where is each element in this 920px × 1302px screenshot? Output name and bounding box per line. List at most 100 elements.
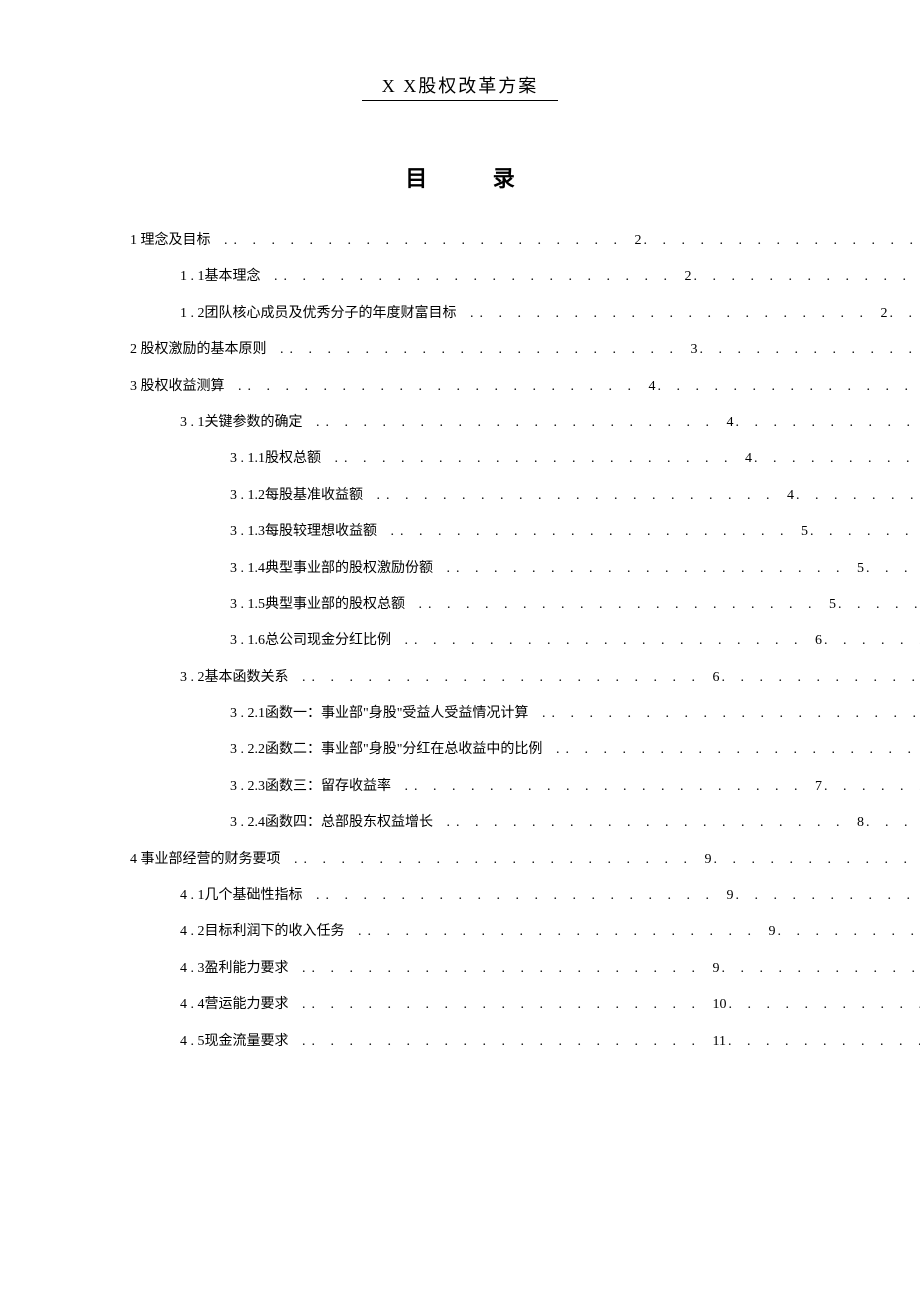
- toc-dots: .. . . . . . . . . . . . . . . . . . . .…: [265, 269, 683, 284]
- toc-entry: 3 . 1.2每股基准收益额 .. . . . . . . . . . . . …: [130, 478, 920, 514]
- toc-dots: .. . . . . . . . . . . . . . . . . . . .…: [285, 852, 703, 867]
- toc-entry-label: 1 . 2团队核心成员及优秀分子的年度财富目标: [180, 306, 461, 321]
- toc-entry-page: 4: [743, 451, 754, 466]
- toc-dots-trail: . . . . . . . . . . . . . . . . . . . . …: [778, 924, 920, 939]
- toc-dots: .. . . . . . . . . . . . . . . . . . . .…: [325, 451, 743, 466]
- toc-dots-trail: . . . . . . . . . . . . . . . . . . . . …: [722, 961, 920, 976]
- toc-dots-trail: . . . . . . . . . . . . . . . . . . . . …: [824, 779, 920, 794]
- toc-dots-trail: . . . . . . . . . . . . . . . . . . . . …: [722, 670, 920, 685]
- toc-entry-page: 3: [689, 342, 700, 357]
- toc-entry-label: 3 . 1.4典型事业部的股权激励份额: [230, 561, 437, 576]
- toc-entry-page: 6: [711, 670, 722, 685]
- toc-dots-trail: . . . . . . . . . . . . . . . . . . . . …: [866, 815, 920, 830]
- toc-entry: 3 . 1.3每股较理想收益额 .. . . . . . . . . . . .…: [130, 514, 920, 550]
- toc-entry-page: 8: [855, 815, 866, 830]
- toc-entry: 4 事业部经营的财务要项 .. . . . . . . . . . . . . …: [130, 842, 920, 878]
- toc-entry-page: 4: [785, 488, 796, 503]
- toc-entry: 1 . 1基本理念 .. . . . . . . . . . . . . . .…: [130, 259, 920, 295]
- toc-entry: 3 . 1.4典型事业部的股权激励份额 .. . . . . . . . . .…: [130, 551, 920, 587]
- toc-dots: .. . . . . . . . . . . . . . . . . . . .…: [437, 815, 855, 830]
- toc-entry-label: 3 . 1.5典型事业部的股权总额: [230, 597, 409, 612]
- toc-entry-label: 3 . 1.6总公司现金分红比例: [230, 633, 395, 648]
- toc-dots: .. . . . . . . . . . . . . . . . . . . .…: [367, 488, 785, 503]
- toc-entry: 3 . 2.1函数一：事业部"身股"受益人受益情况计算 .. . . . . .…: [130, 696, 920, 732]
- toc-entry-label: 1 . 1基本理念: [180, 269, 265, 284]
- toc-entry-page: 9: [725, 888, 736, 903]
- toc-entry-page: 2: [879, 306, 890, 321]
- toc-entry-label: 3 . 2基本函数关系: [180, 670, 293, 685]
- toc-dots: .. . . . . . . . . . . . . . . . . . . .…: [293, 961, 711, 976]
- toc-dots-trail: . . . . . . . . . . . . . . . . . . . . …: [838, 597, 920, 612]
- toc-entry: 4 . 1几个基础性指标 .. . . . . . . . . . . . . …: [130, 878, 920, 914]
- toc-dots-trail: . . . . . . . . . . . . . . . . . . . . …: [694, 269, 920, 284]
- toc-entry-page: 2: [683, 269, 694, 284]
- toc-entry-label: 4 . 2目标利润下的收入任务: [180, 924, 349, 939]
- toc-entry-label: 3 . 1.2每股基准收益额: [230, 488, 367, 503]
- toc-dots: .. . . . . . . . . . . . . . . . . . . .…: [461, 306, 879, 321]
- toc-entry-label: 2 股权激励的基本原则: [130, 342, 271, 357]
- toc-dots: .. . . . . . . . . . . . . . . . . . . .…: [409, 597, 827, 612]
- toc-dots: .. . . . . . . . . . . . . . . . . . . .…: [293, 997, 711, 1012]
- toc-dots: .. . . . . . . . . . . . . . . . . . . .…: [293, 670, 711, 685]
- toc-entry-page: 9: [767, 924, 778, 939]
- toc-dots: .. . . . . . . . . . . . . . . . . . . .…: [381, 524, 799, 539]
- toc-dots: .. . . . . . . . . . . . . . . . . . . .…: [229, 379, 647, 394]
- toc-entry: 4 . 3盈利能力要求 .. . . . . . . . . . . . . .…: [130, 951, 920, 987]
- toc-dots-trail: . . . . . . . . . . . . . . . . . . . . …: [810, 524, 920, 539]
- toc-entry-label: 3 . 1.1股权总额: [230, 451, 325, 466]
- toc-entry-page: 9: [703, 852, 714, 867]
- toc-entry-page: 11: [711, 1034, 728, 1049]
- toc-entry-label: 3 . 2.2函数二：事业部"身股"分红在总收益中的比例: [230, 742, 546, 757]
- toc-dots-trail: . . . . . . . . . . . . . . . . . . . . …: [824, 633, 920, 648]
- toc-dots: .. . . . . . . . . . . . . . . . . . . .…: [546, 742, 920, 757]
- toc-dots: .. . . . . . . . . . . . . . . . . . . .…: [215, 233, 633, 248]
- toc-entry-label: 3 . 1关键参数的确定: [180, 415, 307, 430]
- toc-dots: .. . . . . . . . . . . . . . . . . . . .…: [349, 924, 767, 939]
- toc-entry: 3 . 2.4函数四：总部股东权益增长 .. . . . . . . . . .…: [130, 805, 920, 841]
- toc-entry: 1 . 2团队核心成员及优秀分子的年度财富目标 .. . . . . . . .…: [130, 296, 920, 332]
- toc-entry: 4 . 4营运能力要求 .. . . . . . . . . . . . . .…: [130, 987, 920, 1023]
- toc-entry: 3 . 1关键参数的确定 .. . . . . . . . . . . . . …: [130, 405, 920, 441]
- toc-dots-trail: . . . . . . . . . . . . . . . . . . . . …: [754, 451, 920, 466]
- toc-dots: .. . . . . . . . . . . . . . . . . . . .…: [395, 779, 813, 794]
- toc-dots-trail: . . . . . . . . . . . . . . . . . . . . …: [796, 488, 920, 503]
- toc-entry: 3 . 1.5典型事业部的股权总额 .. . . . . . . . . . .…: [130, 587, 920, 623]
- toc-entry-label: 3 . 2.3函数三：留存收益率: [230, 779, 395, 794]
- toc-entry: 3 . 2.2函数二：事业部"身股"分红在总收益中的比例 .. . . . . …: [130, 732, 920, 768]
- toc-entry-page: 7: [813, 779, 824, 794]
- toc-entry: 4 . 5现金流量要求 .. . . . . . . . . . . . . .…: [130, 1024, 920, 1060]
- toc-dots: .. . . . . . . . . . . . . . . . . . . .…: [307, 415, 725, 430]
- toc-dots-trail: . . . . . . . . . . . . . . . . . . . . …: [644, 233, 920, 248]
- header-text: X X股权改革方案: [362, 72, 559, 101]
- toc-entry-page: 6: [813, 633, 824, 648]
- toc-entry-label: 3 . 1.3每股较理想收益额: [230, 524, 381, 539]
- toc-dots-trail: . . . . . . . . . . . . . . . . . . . . …: [728, 1034, 920, 1049]
- toc-dots: .. . . . . . . . . . . . . . . . . . . .…: [271, 342, 689, 357]
- toc-entry: 3 . 2基本函数关系 .. . . . . . . . . . . . . .…: [130, 660, 920, 696]
- toc-entry-label: 4 . 4营运能力要求: [180, 997, 293, 1012]
- toc-dots: .. . . . . . . . . . . . . . . . . . . .…: [395, 633, 813, 648]
- toc-entry-page: 2: [633, 233, 644, 248]
- toc-dots-trail: . . . . . . . . . . . . . . . . . . . . …: [700, 342, 920, 357]
- toc-dots-trail: . . . . . . . . . . . . . . . . . . . . …: [736, 888, 920, 903]
- toc-dots-trail: . . . . . . . . . . . . . . . . . . . . …: [729, 997, 920, 1012]
- toc-entry-label: 4 . 1几个基础性指标: [180, 888, 307, 903]
- toc-entry-page: 5: [827, 597, 838, 612]
- toc-entry-page: 5: [799, 524, 810, 539]
- toc-entry-page: 9: [711, 961, 722, 976]
- toc-dots-trail: . . . . . . . . . . . . . . . . . . . . …: [736, 415, 920, 430]
- toc-entry-label: 3 . 2.1函数一：事业部"身股"受益人受益情况计算: [230, 706, 532, 721]
- toc-entry-page: 10: [711, 997, 729, 1012]
- toc-container: 1 理念及目标 .. . . . . . . . . . . . . . . .…: [0, 223, 920, 1060]
- toc-entry: 3 股权收益测算 .. . . . . . . . . . . . . . . …: [130, 369, 920, 405]
- toc-dots-trail: . . . . . . . . . . . . . . . . . . . . …: [866, 561, 920, 576]
- toc-dots: .. . . . . . . . . . . . . . . . . . . .…: [532, 706, 920, 721]
- toc-entry-page: 5: [855, 561, 866, 576]
- toc-dots: .. . . . . . . . . . . . . . . . . . . .…: [293, 1034, 711, 1049]
- toc-entry-label: 3 . 2.4函数四：总部股东权益增长: [230, 815, 437, 830]
- toc-dots-trail: . . . . . . . . . . . . . . . . . . . . …: [890, 306, 920, 321]
- toc-entry-label: 4 . 5现金流量要求: [180, 1034, 293, 1049]
- toc-entry-label: 4 . 3盈利能力要求: [180, 961, 293, 976]
- toc-entry-page: 4: [647, 379, 658, 394]
- toc-entry: 2 股权激励的基本原则 .. . . . . . . . . . . . . .…: [130, 332, 920, 368]
